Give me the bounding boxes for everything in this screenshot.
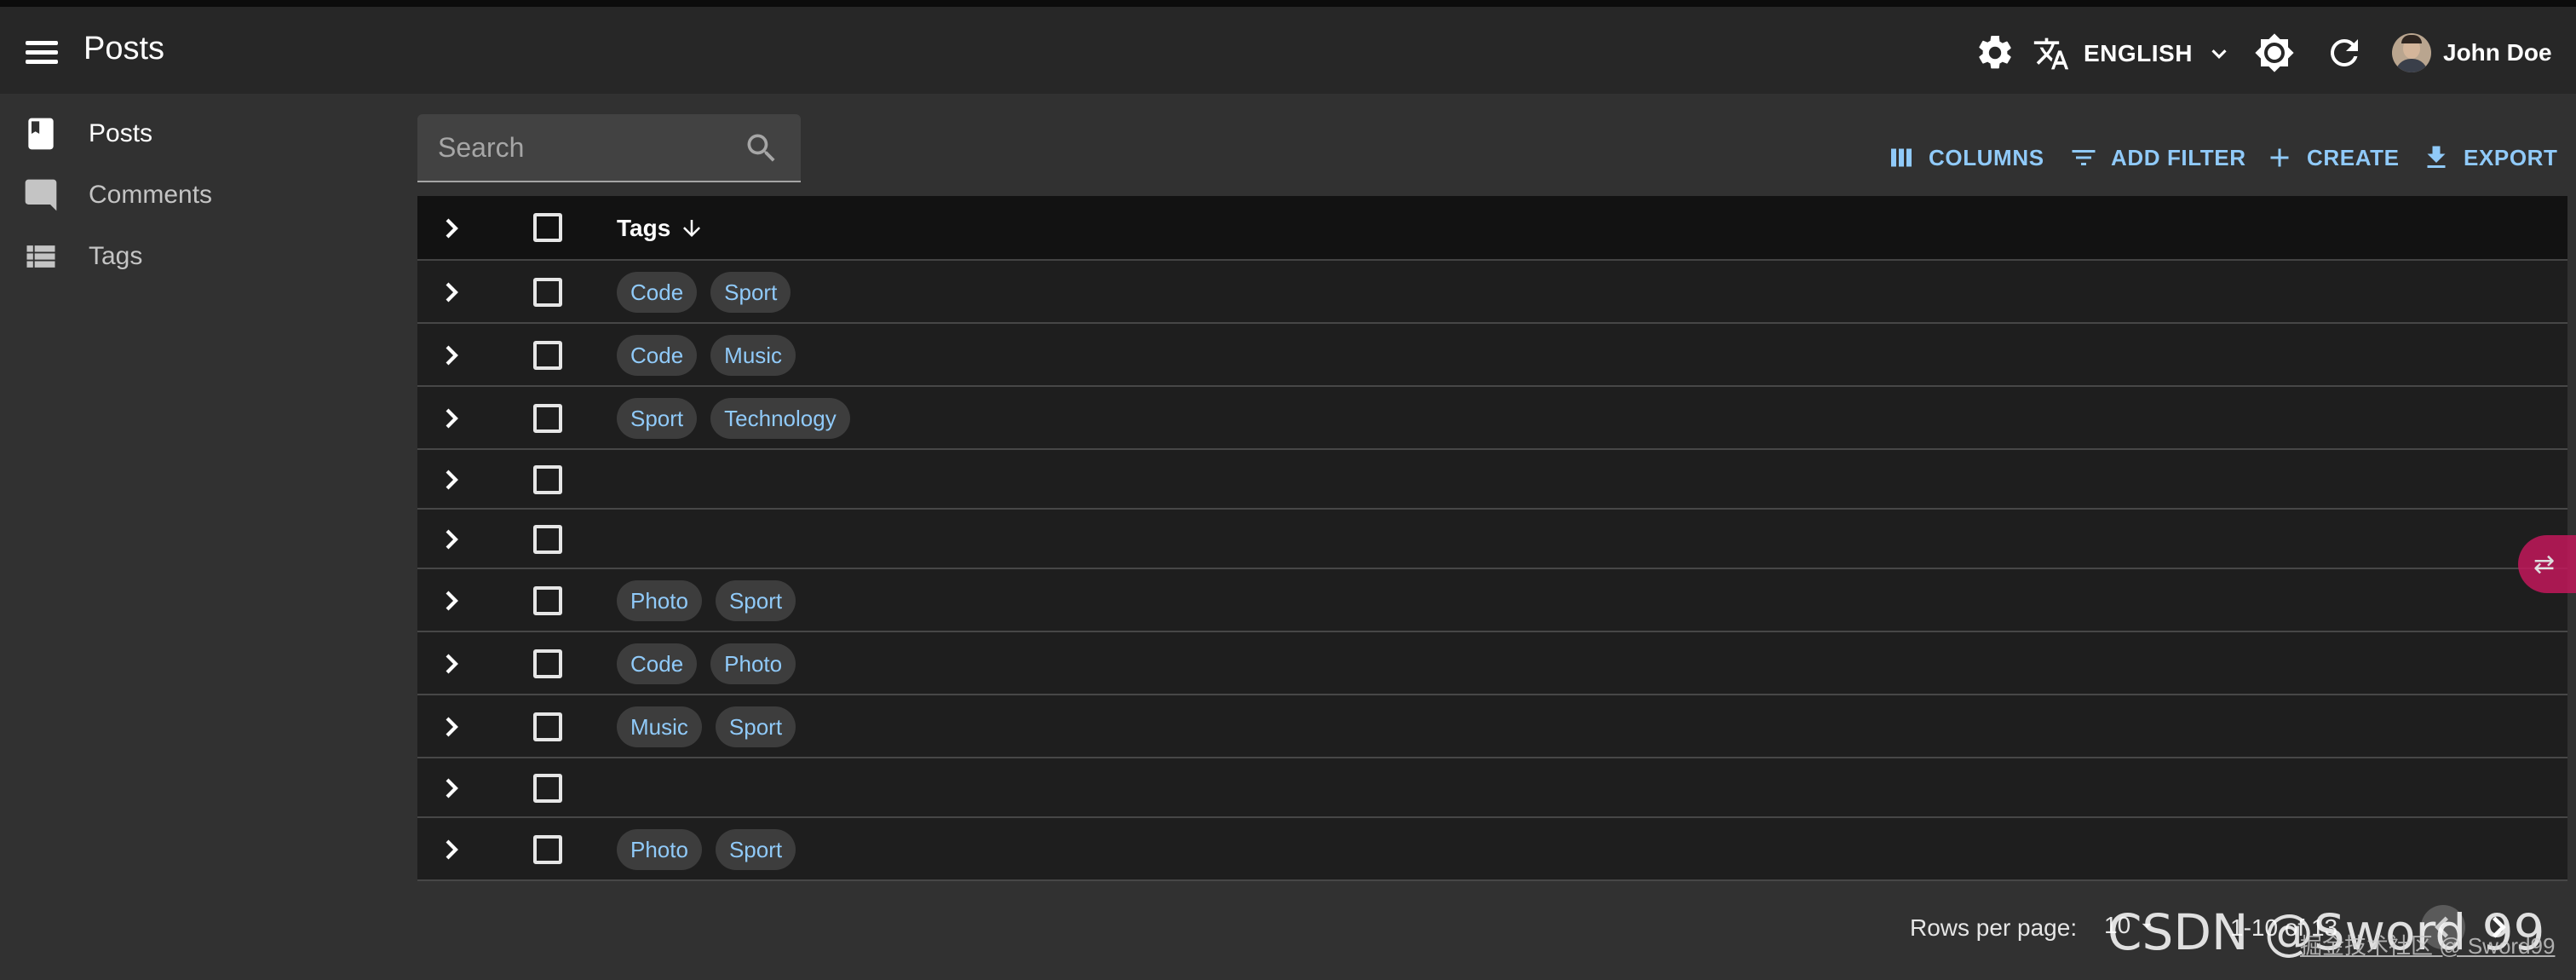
tag-chip[interactable]: Code [617,643,698,684]
table-row[interactable] [417,758,2567,818]
list-icon [26,245,55,268]
tag-chip[interactable]: Photo [710,643,796,684]
refresh-icon[interactable] [2324,32,2365,73]
view-columns-icon [1891,148,1912,167]
rows-per-page-label: Rows per page: [1910,914,2078,941]
table-row[interactable] [417,450,2567,510]
tag-chip[interactable]: Photo [617,580,702,621]
tag-chip[interactable]: Sport [710,272,791,313]
expand-row-icon[interactable] [434,647,469,681]
row-checkbox[interactable] [533,835,562,864]
user-menu[interactable]: John Doe [2392,29,2552,77]
chevron-down-icon [2211,49,2227,59]
add-filter-label: ADD FILTER [2111,144,2246,170]
filter-icon [2072,150,2096,165]
table-row[interactable]: Code Photo [417,632,2567,695]
expand-row-icon[interactable] [434,275,469,309]
language-label: ENGLISH [2084,40,2193,66]
expand-row-icon[interactable] [434,338,469,372]
row-checkbox[interactable] [533,341,562,370]
expand-row-icon[interactable] [434,833,469,867]
sidebar-item-label: Comments [89,181,213,209]
row-checkbox[interactable] [533,465,562,494]
select-all-checkbox[interactable] [533,213,562,242]
settings-gear-icon[interactable] [1975,32,2015,73]
row-checkbox[interactable] [533,525,562,554]
table-header: Tags [417,196,2567,261]
tags-cell: Music Sport [617,706,796,747]
search-box [417,114,801,182]
tag-chip[interactable]: Music [710,335,796,376]
create-label: CREATE [2307,144,2400,170]
sort-arrow-down-icon [683,220,701,237]
plus-icon [2270,148,2289,167]
user-name: John Doe [2443,39,2552,66]
row-checkbox[interactable] [533,404,562,433]
translate-fab-icon: ⇄ [2533,550,2556,579]
translate-extension-button[interactable]: ⇄ [2518,535,2576,593]
table-row[interactable] [417,510,2567,569]
table-row[interactable]: Photo Sport [417,569,2567,632]
table-row[interactable]: Code Sport [417,261,2567,324]
sidebar-item-tags[interactable]: Tags [0,227,400,286]
column-header-tags[interactable]: Tags [617,215,704,242]
search-input[interactable] [438,126,736,169]
tags-cell: Photo Sport [617,580,796,621]
tag-chip[interactable]: Code [617,335,698,376]
watermark-small: 掘金技术社区 @ Sword99 [2300,933,2556,959]
row-checkbox[interactable] [533,586,562,615]
tags-cell: Code Music [617,335,796,376]
columns-button[interactable]: COLUMNS [1886,136,2044,179]
book-icon [28,118,54,150]
row-checkbox[interactable] [533,278,562,307]
translate-icon [2033,37,2069,70]
tag-chip[interactable]: Sport [617,398,698,439]
export-label: EXPORT [2464,144,2558,170]
theme-brightness-icon[interactable] [2254,32,2295,73]
export-button[interactable]: EXPORT [2421,136,2558,179]
tags-cell: Code Sport [617,272,791,313]
tag-chip[interactable]: Sport [715,829,796,870]
sidebar-item-label: Tags [89,242,143,270]
row-checkbox[interactable] [533,774,562,803]
row-checkbox[interactable] [533,649,562,678]
expand-row-icon[interactable] [434,771,469,805]
tag-chip[interactable]: Sport [715,580,796,621]
column-header-label: Tags [617,215,671,241]
chevron-right-icon [446,218,458,239]
avatar [2392,33,2431,72]
row-checkbox[interactable] [533,712,562,741]
sidebar: Posts Comments Tags [0,94,400,980]
tag-chip[interactable]: Music [617,706,702,747]
tag-chip[interactable]: Photo [617,829,702,870]
menu-icon[interactable] [22,36,61,70]
expand-row-icon[interactable] [434,401,469,435]
search-icon[interactable] [743,130,780,167]
table-row[interactable]: Code Music [417,324,2567,387]
sidebar-item-comments[interactable]: Comments [0,165,400,225]
tags-cell: Sport Technology [617,398,850,439]
columns-label: COLUMNS [1929,144,2044,170]
tag-chip[interactable]: Technology [710,398,850,439]
app-bar: Posts ENGLISH John Doe [0,0,2576,94]
comment-icon [25,179,57,211]
expand-row-icon[interactable] [434,584,469,618]
tag-chip[interactable]: Sport [715,706,796,747]
table-row[interactable]: Photo Sport [417,818,2567,881]
sidebar-item-label: Posts [89,119,153,147]
table-row[interactable]: Sport Technology [417,387,2567,450]
tag-chip[interactable]: Code [617,272,698,313]
expand-row-icon[interactable] [434,522,469,556]
tags-cell: Photo Sport [617,829,796,870]
tags-cell: Code Photo [617,643,796,684]
expand-row-icon[interactable] [434,463,469,497]
create-button[interactable]: CREATE [2264,136,2400,179]
table-row[interactable]: Music Sport [417,695,2567,758]
add-filter-button[interactable]: ADD FILTER [2068,136,2246,179]
language-selector[interactable]: ENGLISH [2033,31,2232,77]
page-title: Posts [83,31,165,66]
download-icon [2427,146,2446,168]
sidebar-item-posts[interactable]: Posts [0,104,400,164]
expand-row-icon[interactable] [434,710,469,744]
